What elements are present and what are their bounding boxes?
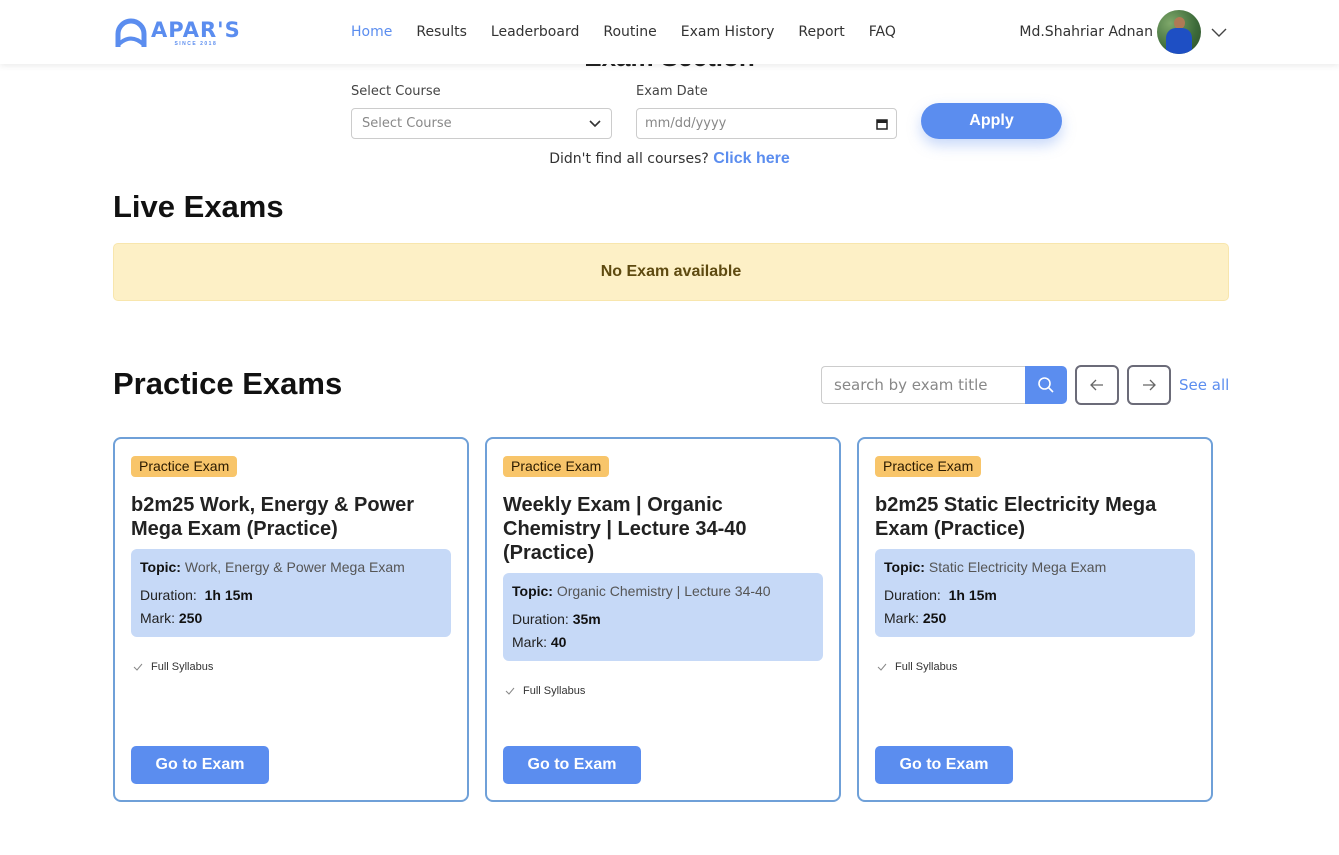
didnt-find-text: Didn't find all courses?	[549, 151, 709, 167]
no-exam-alert: No Exam available	[113, 243, 1229, 301]
duration-label: Duration:	[884, 587, 941, 603]
topic-value: Work, Energy & Power Mega Exam	[184, 559, 405, 575]
nav-home[interactable]: Home	[351, 22, 392, 42]
user-name: Md.Shahriar Adnan	[1019, 24, 1153, 40]
duration-value: 1h 15m	[948, 587, 997, 603]
exam-type-badge: Practice Exam	[875, 456, 982, 477]
exam-title: b2m25 Work, Energy & Power Mega Exam (Pr…	[131, 494, 415, 540]
exam-title: Weekly Exam | Organic Chemistry | Lectur…	[503, 494, 747, 564]
check-icon	[133, 663, 143, 671]
go-to-exam-button[interactable]: Go to Exam	[131, 746, 269, 784]
exam-info-box: Topic: Work, Energy & Power Mega Exam Du…	[131, 549, 451, 637]
chevron-down-icon[interactable]	[1211, 24, 1227, 40]
mark-value: 250	[178, 610, 203, 626]
logo-subtitle: SINCE 2018	[174, 41, 218, 47]
logo-icon	[115, 18, 147, 47]
practice-exams-heading: Practice Exams	[113, 366, 343, 401]
go-to-exam-button[interactable]: Go to Exam	[875, 746, 1013, 784]
nav-faq[interactable]: FAQ	[869, 22, 896, 42]
topic-value: Static Electricity Mega Exam	[928, 559, 1107, 575]
exam-date-label: Exam Date	[636, 84, 708, 99]
exam-type-badge: Practice Exam	[503, 456, 610, 477]
topic-label: Topic:	[512, 583, 553, 599]
top-navbar: APAR'S SINCE 2018 Home Results Leaderboa…	[0, 0, 1339, 64]
next-button[interactable]	[1127, 365, 1171, 405]
go-to-exam-button[interactable]: Go to Exam	[503, 746, 641, 784]
arrow-right-icon	[1143, 379, 1156, 391]
topic-label: Topic:	[140, 559, 181, 575]
topic-label: Topic:	[884, 559, 925, 575]
nav-exam-history[interactable]: Exam History	[681, 22, 775, 42]
nav-leaderboard[interactable]: Leaderboard	[491, 22, 579, 42]
duration-label: Duration:	[140, 587, 197, 603]
apply-button[interactable]: Apply	[921, 103, 1062, 139]
topic-value: Organic Chemistry | Lecture 34-40	[556, 583, 771, 599]
calendar-icon[interactable]	[876, 118, 888, 130]
main-nav: Home Results Leaderboard Routine Exam Hi…	[351, 22, 920, 42]
mark-value: 250	[922, 610, 947, 626]
course-select-value: Select Course	[362, 116, 452, 131]
prev-button[interactable]	[1075, 365, 1119, 405]
search-button[interactable]	[1025, 366, 1067, 404]
syllabus-item: Full Syllabus	[133, 661, 213, 673]
exam-type-badge: Practice Exam	[131, 456, 238, 477]
mark-label: Mark:	[884, 610, 919, 626]
chevron-down-icon	[589, 119, 601, 127]
check-icon	[505, 687, 515, 695]
exam-date-input[interactable]: mm/dd/yyyy	[636, 108, 897, 139]
exam-card: Practice Exam Weekly Exam | Organic Chem…	[485, 437, 841, 802]
exam-info-box: Topic: Static Electricity Mega Exam Dura…	[875, 549, 1195, 637]
syllabus-item: Full Syllabus	[877, 661, 957, 673]
mark-label: Mark:	[512, 634, 547, 650]
exam-search	[821, 366, 1067, 404]
didnt-find-courses: Didn't find all courses? Click here	[0, 150, 1339, 168]
mark-value: 40	[550, 634, 567, 650]
arrow-left-icon	[1090, 379, 1103, 391]
syllabus-item: Full Syllabus	[505, 685, 585, 697]
syllabus-text: Full Syllabus	[151, 661, 214, 673]
search-icon	[1038, 377, 1054, 393]
syllabus-text: Full Syllabus	[895, 661, 958, 673]
exam-date-placeholder: mm/dd/yyyy	[645, 116, 727, 131]
course-select[interactable]: Select Course	[351, 108, 612, 139]
duration-value: 1h 15m	[204, 587, 253, 603]
nav-routine[interactable]: Routine	[603, 22, 656, 42]
logo-title: APAR'S	[151, 18, 241, 42]
exam-title: b2m25 Static Electricity Mega Exam (Prac…	[875, 494, 1157, 540]
syllabus-text: Full Syllabus	[523, 685, 586, 697]
mark-label: Mark:	[140, 610, 175, 626]
user-menu[interactable]: Md.Shahriar Adnan	[1019, 10, 1227, 54]
live-exams-heading: Live Exams	[113, 189, 284, 224]
see-all-link[interactable]: See all	[1179, 376, 1229, 394]
nav-results[interactable]: Results	[416, 22, 467, 42]
course-label: Select Course	[351, 84, 441, 99]
nav-report[interactable]: Report	[798, 22, 844, 42]
search-input[interactable]	[821, 366, 1025, 404]
exam-info-box: Topic: Organic Chemistry | Lecture 34-40…	[503, 573, 823, 661]
logo[interactable]: APAR'S SINCE 2018	[115, 18, 241, 48]
duration-label: Duration:	[512, 611, 569, 627]
exam-card: Practice Exam b2m25 Static Electricity M…	[857, 437, 1213, 802]
exam-card: Practice Exam b2m25 Work, Energy & Power…	[113, 437, 469, 802]
check-icon	[877, 663, 887, 671]
avatar[interactable]	[1157, 10, 1201, 54]
duration-value: 35m	[572, 611, 601, 627]
click-here-link[interactable]: Click here	[713, 150, 789, 167]
